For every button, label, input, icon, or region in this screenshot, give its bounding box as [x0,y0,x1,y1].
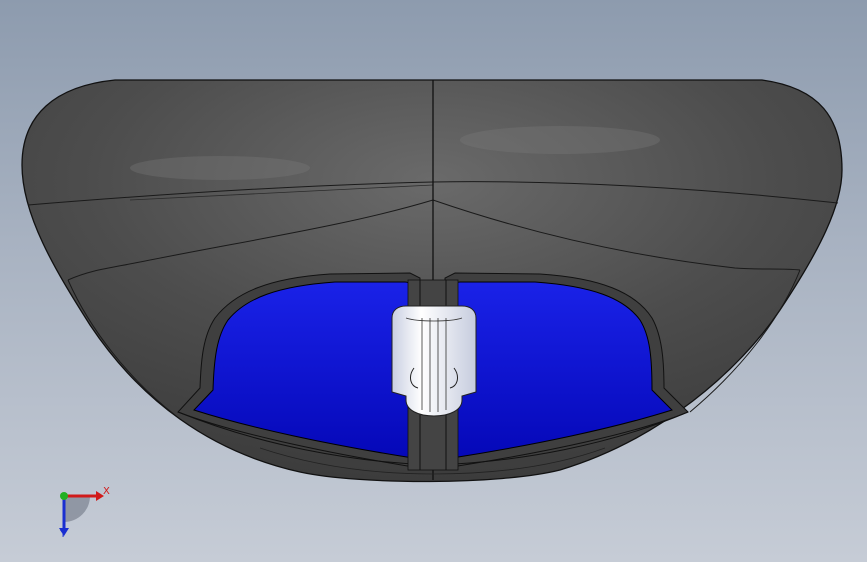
triad-quarter-disc [64,496,90,522]
model-view[interactable] [0,0,867,562]
sheen-right [460,126,660,154]
cad-viewport[interactable]: X Y [0,0,867,562]
y-axis-label: Y [60,529,67,540]
sheen-left [130,156,310,180]
x-axis-label: X [103,486,110,497]
triad-origin-dot [60,492,68,500]
